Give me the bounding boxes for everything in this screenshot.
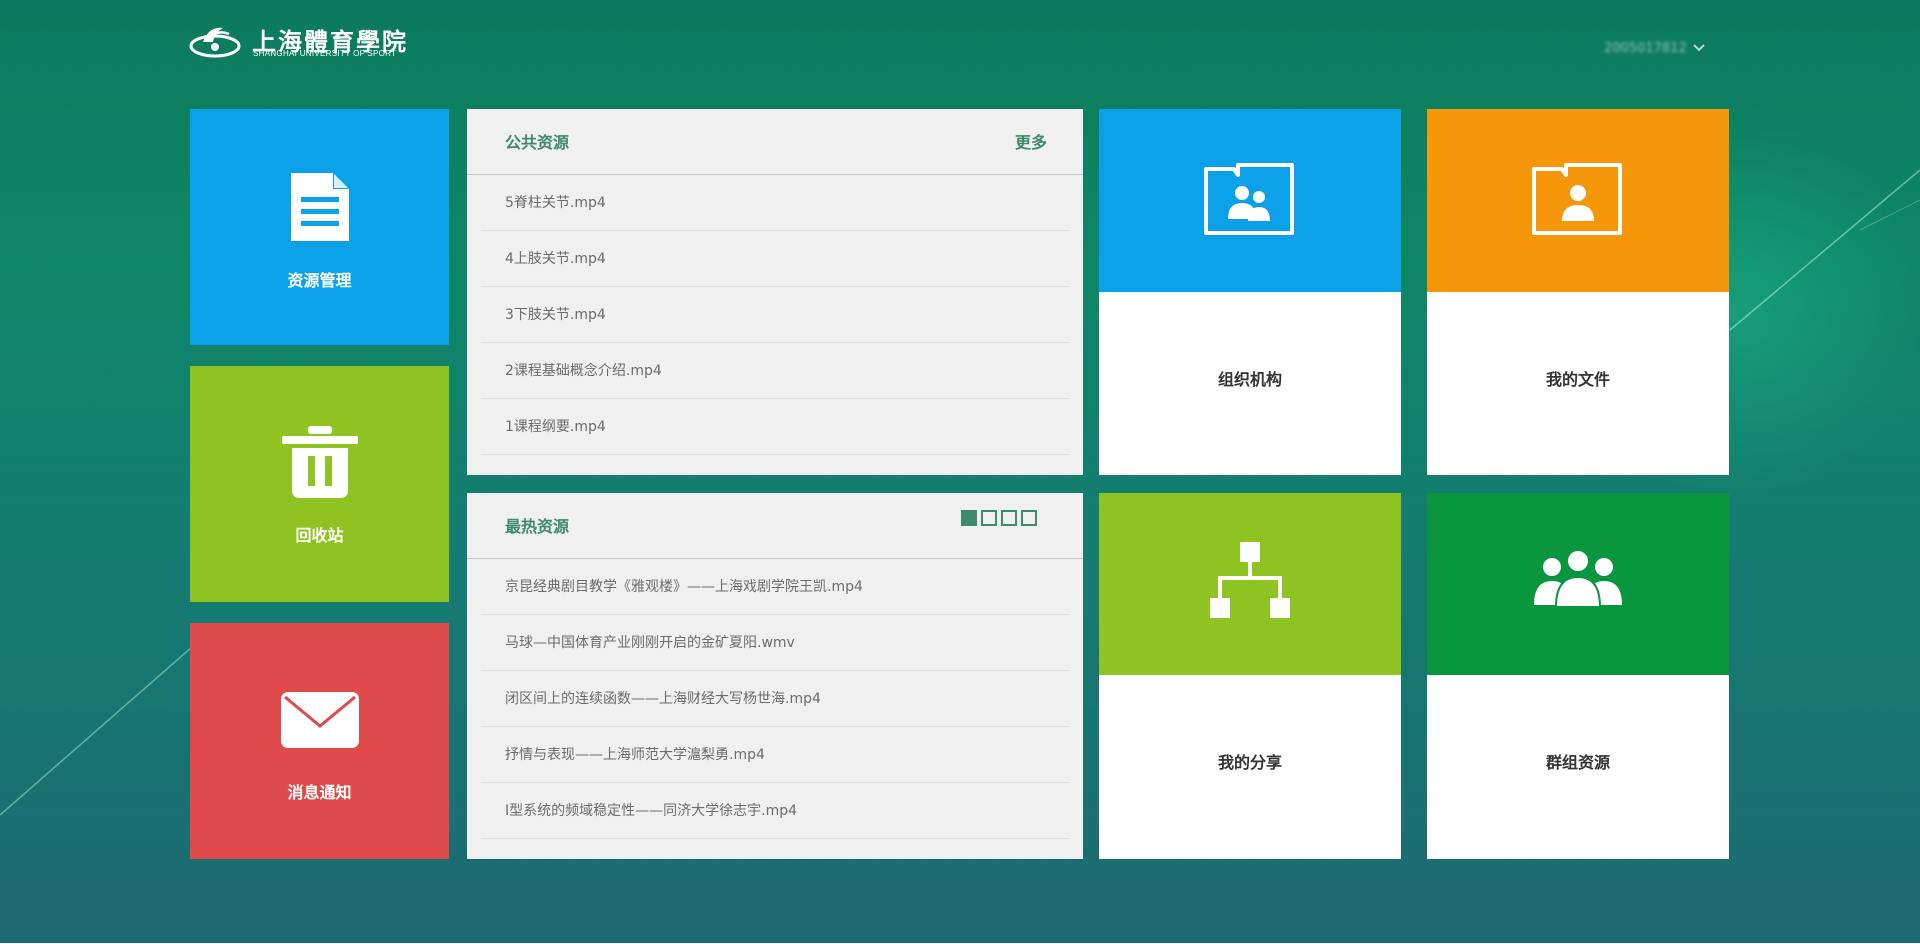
group-resources-card-header bbox=[1427, 493, 1729, 675]
list-item[interactable]: 闭区间上的连续函数——上海财经大写杨世海.mp4 bbox=[481, 671, 1069, 727]
hot-resources-panel: 最热资源 京昆经典剧目教学《雅观楼》——上海戏剧学院王凯.mp4 马球—中国体育… bbox=[467, 493, 1083, 859]
recycle-bin-tile[interactable]: 回收站 bbox=[190, 366, 449, 602]
list-item[interactable]: 抒情与表现——上海师范大学滬梨勇.mp4 bbox=[481, 727, 1069, 783]
public-resources-list: 5脊柱关节.mp4 4上肢关节.mp4 3下肢关节.mp4 2课程基础概念介绍.… bbox=[481, 175, 1069, 455]
list-item[interactable]: 京昆经典剧目教学《雅观楼》——上海戏剧学院王凯.mp4 bbox=[481, 559, 1069, 615]
list-item[interactable]: 3下肢关节.mp4 bbox=[481, 287, 1069, 343]
resource-manage-label: 资源管理 bbox=[287, 271, 352, 290]
user-menu[interactable]: 2005017812 bbox=[1604, 38, 1710, 58]
group-users-icon bbox=[1534, 549, 1622, 608]
group-resources-card[interactable]: 群组资源 bbox=[1427, 493, 1729, 859]
chevron-down-icon bbox=[1693, 44, 1705, 52]
envelope-icon bbox=[280, 692, 359, 748]
my-share-card[interactable]: 我的分享 bbox=[1099, 493, 1401, 859]
pager-page-2[interactable] bbox=[981, 510, 997, 526]
my-files-card-header bbox=[1427, 109, 1729, 292]
public-resources-header: 公共资源 更多 bbox=[467, 109, 1083, 175]
list-item[interactable]: I型系统的频域稳定性——同济大学徐志宇.mp4 bbox=[481, 783, 1069, 839]
logo-emblem-icon bbox=[189, 27, 241, 58]
list-item[interactable]: 1课程纲要.mp4 bbox=[481, 399, 1069, 455]
more-link[interactable]: 更多 bbox=[1015, 129, 1047, 153]
user-folder-icon bbox=[1532, 163, 1622, 235]
list-item[interactable]: 4上肢关节.mp4 bbox=[481, 231, 1069, 287]
my-files-label: 我的文件 bbox=[1545, 370, 1610, 389]
list-item[interactable]: 2课程基础概念介绍.mp4 bbox=[481, 343, 1069, 399]
list-item[interactable]: 5脊柱关节.mp4 bbox=[481, 175, 1069, 231]
organization-card[interactable]: 组织机构 bbox=[1099, 109, 1401, 475]
pager bbox=[961, 510, 1037, 526]
hot-resources-header: 最热资源 bbox=[467, 493, 1083, 559]
university-logo[interactable]: 上海體育學院 SHANGHAI UNIVERSITY OF SPORT bbox=[189, 22, 406, 62]
group-resources-label: 群组资源 bbox=[1545, 753, 1610, 772]
trash-icon bbox=[281, 426, 358, 498]
pager-page-3[interactable] bbox=[1001, 510, 1017, 526]
my-files-card[interactable]: 我的文件 bbox=[1427, 109, 1729, 475]
hierarchy-icon bbox=[1210, 542, 1290, 618]
recycle-bin-label: 回收站 bbox=[295, 526, 344, 545]
public-resources-title: 公共资源 bbox=[505, 133, 570, 152]
user-name: 2005017812 bbox=[1604, 40, 1687, 56]
hot-resources-list: 京昆经典剧目教学《雅观楼》——上海戏剧学院王凯.mp4 马球—中国体育产业刚刚开… bbox=[481, 559, 1069, 839]
hot-resources-title: 最热资源 bbox=[505, 517, 570, 536]
organization-card-header bbox=[1099, 109, 1401, 292]
logo-english-name: SHANGHAI UNIVERSITY OF SPORT bbox=[253, 49, 397, 58]
organization-label: 组织机构 bbox=[1217, 370, 1282, 389]
pager-page-4[interactable] bbox=[1021, 510, 1037, 526]
pager-page-1[interactable] bbox=[961, 510, 977, 526]
list-item[interactable]: 马球—中国体育产业刚刚开启的金矿夏阳.wmv bbox=[481, 615, 1069, 671]
resource-manage-tile[interactable]: 资源管理 bbox=[190, 109, 449, 345]
my-share-card-header bbox=[1099, 493, 1401, 675]
organization-folder-icon bbox=[1204, 163, 1294, 235]
document-icon bbox=[290, 173, 349, 241]
notifications-label: 消息通知 bbox=[287, 783, 352, 802]
my-share-label: 我的分享 bbox=[1217, 753, 1282, 772]
public-resources-panel: 公共资源 更多 5脊柱关节.mp4 4上肢关节.mp4 3下肢关节.mp4 2课… bbox=[467, 109, 1083, 475]
notifications-tile[interactable]: 消息通知 bbox=[190, 623, 449, 859]
